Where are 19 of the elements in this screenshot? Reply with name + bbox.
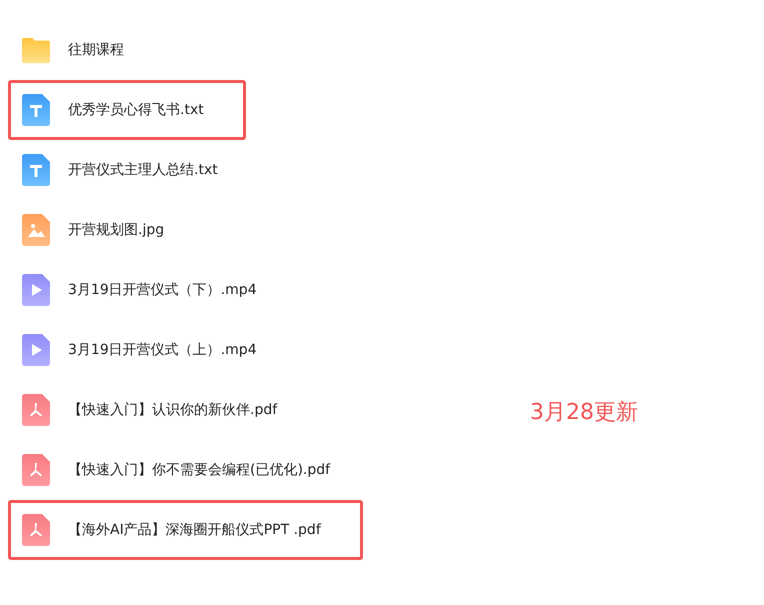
file-name[interactable]: 开营仪式主理人总结.txt	[68, 160, 218, 180]
text-file-icon[interactable]	[22, 154, 50, 186]
file-name[interactable]: 3月19日开营仪式（上）.mp4	[68, 340, 257, 360]
file-name[interactable]: 开营规划图.jpg	[68, 220, 164, 240]
file-name[interactable]: 3月19日开营仪式（下）.mp4	[68, 280, 257, 300]
video-file-icon[interactable]	[22, 334, 50, 366]
pdf-file-icon[interactable]	[22, 394, 50, 426]
folder-icon[interactable]	[22, 36, 50, 64]
pdf-file-icon[interactable]	[22, 454, 50, 486]
file-name[interactable]: 【快速入门】认识你的新伙伴.pdf	[68, 400, 278, 420]
image-file-icon[interactable]	[22, 214, 50, 246]
file-name[interactable]: 优秀学员心得飞书.txt	[68, 100, 204, 120]
video-file-icon[interactable]	[22, 274, 50, 306]
pdf-file-icon[interactable]	[22, 514, 50, 546]
annotation-text: 3月28更新	[529, 399, 638, 427]
file-name[interactable]: 【海外AI产品】深海圈开船仪式PPT .pdf	[68, 520, 321, 540]
text-file-icon[interactable]	[22, 94, 50, 126]
file-name[interactable]: 往期课程	[68, 40, 124, 60]
file-name[interactable]: 【快速入门】你不需要会编程(已优化).pdf	[68, 460, 330, 480]
